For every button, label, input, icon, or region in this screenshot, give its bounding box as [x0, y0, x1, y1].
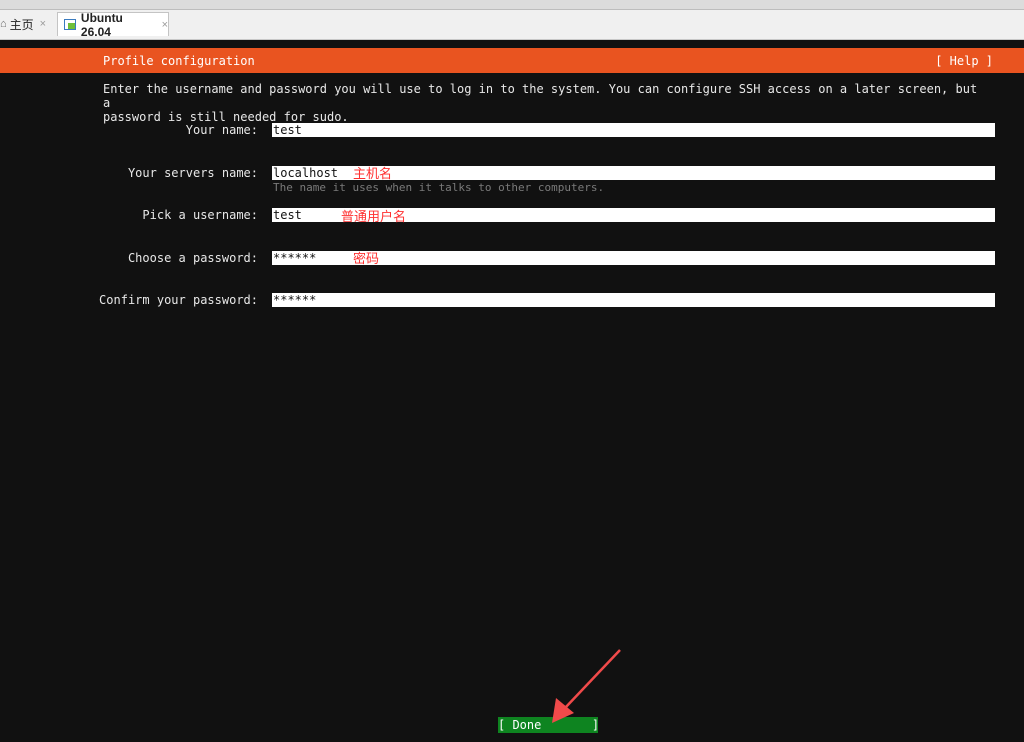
close-icon[interactable]: ×	[162, 19, 168, 31]
vm-icon	[64, 19, 76, 30]
tab-ubuntu-vm[interactable]: Ubuntu 26.04 ×	[57, 10, 169, 39]
tab-home[interactable]: ⌂ 主页 ×	[0, 12, 54, 36]
close-icon[interactable]: ×	[40, 18, 46, 30]
arrow-annotation	[552, 649, 621, 723]
toolbar-strip	[0, 0, 1024, 10]
home-icon: ⌂	[0, 18, 7, 30]
tab-bar: ⌂ 主页 × Ubuntu 26.04 ×	[0, 0, 1024, 40]
tab-vm-label: Ubuntu 26.04	[80, 10, 123, 39]
installer-screen: Profile configuration [ Help ] Enter the…	[0, 40, 1024, 742]
tab-home-label: 主页	[9, 17, 34, 32]
